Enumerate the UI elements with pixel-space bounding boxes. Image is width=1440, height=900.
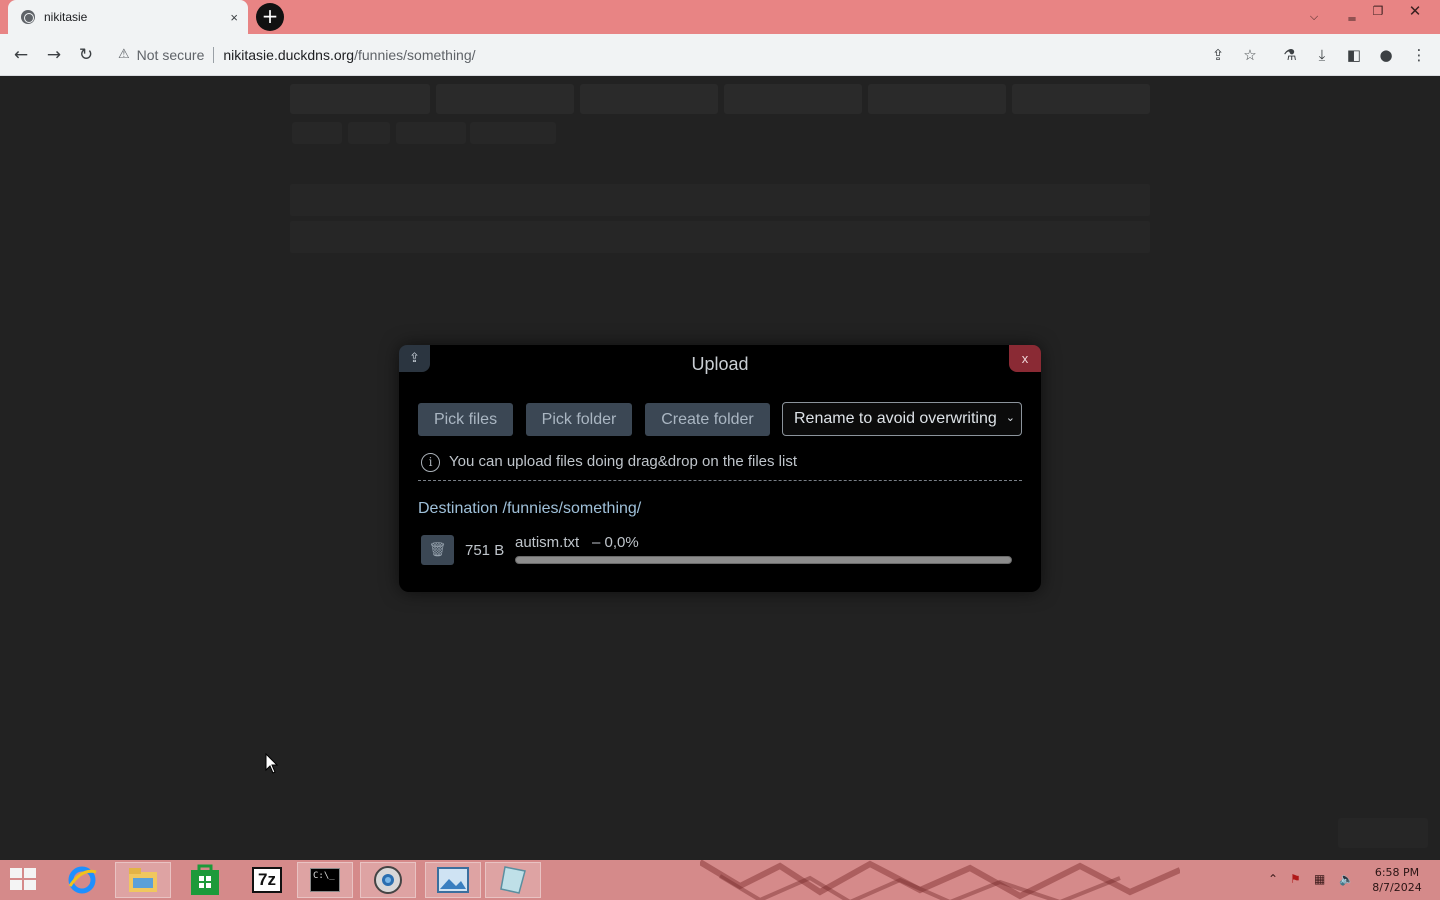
chevron-down-icon: ⌄ — [1005, 411, 1015, 424]
new-tab-button[interactable]: + — [256, 3, 284, 31]
file-progress-text: – 0,0% — [592, 534, 639, 551]
download-icon[interactable]: ⤓ — [1311, 44, 1333, 66]
ghost-breadcrumb — [470, 122, 556, 144]
ghost-toolbar-item — [290, 84, 430, 114]
terminal-icon[interactable]: C:\_ — [297, 862, 353, 898]
browser-icon[interactable] — [360, 862, 416, 898]
info-icon: i — [421, 453, 440, 472]
share-icon[interactable]: ⇪ — [1207, 44, 1229, 66]
taskbar: 7z C:\_ ⌃ ⚑ ▦ 🔈 6:58 PM 8/7/2024 — [0, 860, 1440, 900]
pick-folder-button[interactable]: Pick folder — [526, 403, 632, 436]
minimize-button[interactable]: ‗ — [1338, 0, 1366, 30]
remove-file-button[interactable]: 🗑 — [421, 535, 454, 565]
overwrite-policy-value: Rename to avoid overwriting — [794, 410, 997, 427]
globe-icon — [21, 10, 35, 24]
ghost-toolbar-item — [580, 84, 718, 114]
7zip-icon[interactable]: 7z — [239, 862, 295, 898]
trash-icon: 🗑 — [428, 542, 447, 558]
browser-tab[interactable]: nikitasie × — [8, 0, 248, 34]
photos-icon[interactable] — [425, 862, 481, 898]
7zip-label: 7z — [252, 867, 282, 893]
ghost-nav — [348, 122, 390, 144]
pick-files-button[interactable]: Pick files — [418, 403, 513, 436]
ghost-footer-button — [1338, 818, 1428, 848]
star-icon[interactable]: ☆ — [1239, 44, 1261, 66]
url-host: nikitasie.duckdns.org — [223, 46, 355, 63]
upload-dialog: ⇪ Upload x Pick files Pick folder Create… — [399, 345, 1041, 592]
flask-icon[interactable]: ⚗ — [1279, 44, 1301, 66]
forward-arrow-icon[interactable]: → — [41, 42, 67, 68]
menu-dots-icon[interactable]: ⋮ — [1408, 44, 1430, 66]
dialog-close-button[interactable]: x — [1009, 345, 1041, 372]
destination-path: Destination /funnies/something/ — [418, 500, 642, 517]
network-icon[interactable]: ▦ — [1314, 872, 1325, 886]
url-path: /funnies/something/ — [354, 46, 476, 63]
sidebar-icon[interactable]: ◧ — [1343, 44, 1365, 66]
internet-explorer-icon[interactable] — [54, 862, 110, 898]
ghost-file-row — [290, 184, 1150, 216]
ghost-nav — [292, 122, 342, 144]
dialog-title: Upload — [691, 354, 749, 374]
ghost-breadcrumb — [396, 122, 466, 144]
store-icon[interactable] — [177, 862, 233, 898]
dashed-divider — [418, 480, 1022, 481]
create-folder-button[interactable]: Create folder — [645, 403, 770, 436]
upload-progress-bar — [515, 556, 1012, 564]
tab-search-icon[interactable]: ⌵ — [1300, 0, 1328, 34]
back-arrow-icon[interactable]: ← — [8, 42, 34, 68]
ghost-toolbar-item — [868, 84, 1006, 114]
address-divider — [213, 46, 215, 63]
volume-icon[interactable]: 🔈 — [1339, 872, 1354, 886]
file-explorer-icon[interactable] — [115, 862, 171, 898]
clock-time: 6:58 PM — [1374, 866, 1420, 879]
windows-start-icon[interactable] — [10, 868, 38, 892]
security-label[interactable]: Not secure — [137, 47, 205, 63]
profile-icon[interactable]: ● — [1375, 44, 1397, 66]
notepad-icon[interactable] — [485, 862, 541, 898]
tab-title: nikitasie — [44, 10, 88, 24]
taskbar-clock[interactable]: 6:58 PM 8/7/2024 — [1366, 865, 1428, 895]
restore-button[interactable]: ❐ — [1364, 0, 1392, 28]
tab-close-button[interactable]: × — [230, 10, 238, 25]
browser-toolbar: ← → ↻ ⚠ Not secure nikitasie.duckdns.org… — [0, 34, 1440, 76]
tab-strip: nikitasie × + ⌵ ‗ ❐ ✕ — [0, 0, 1440, 34]
info-text: You can upload files doing drag&drop on … — [449, 453, 798, 470]
action-center-icon[interactable]: ⚑ — [1290, 872, 1301, 886]
file-size: 751 B — [465, 542, 505, 559]
address-bar[interactable]: ⚠ Not secure nikitasie.duckdns.org/funni… — [106, 39, 1268, 70]
wallpaper-art — [700, 860, 1180, 900]
warning-icon[interactable]: ⚠ — [118, 47, 130, 62]
file-name: autism.txt — [515, 534, 580, 551]
terminal-glyph: C:\_ — [310, 868, 340, 892]
overwrite-policy-select[interactable]: Rename to avoid overwriting ⌄ — [782, 402, 1022, 436]
ghost-toolbar-item — [1012, 84, 1150, 114]
tray-chevron-icon[interactable]: ⌃ — [1268, 872, 1278, 886]
ghost-toolbar-item — [436, 84, 574, 114]
ghost-file-row — [290, 221, 1150, 253]
ghost-toolbar-item — [724, 84, 862, 114]
clock-date: 8/7/2024 — [1372, 881, 1422, 894]
window-close-button[interactable]: ✕ — [1400, 0, 1430, 28]
reload-icon[interactable]: ↻ — [73, 42, 99, 68]
